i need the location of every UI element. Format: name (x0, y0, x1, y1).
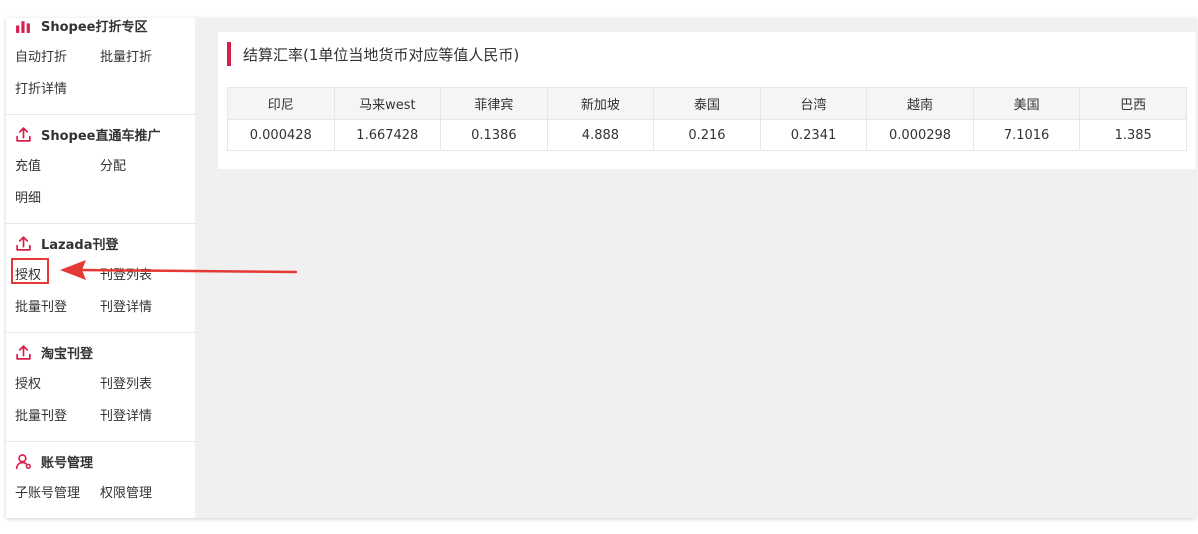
sidebar-link-lazada-listing-list[interactable]: 刊登列表 (100, 264, 152, 283)
table-cell: 0.1386 (440, 119, 548, 151)
app-frame: Shopee打折专区 自动打折 批量打折 打折详情 Shopee直通车推广 充值… (6, 18, 1196, 518)
sidebar-section-taobao-listing: 淘宝刊登 授权 刊登列表 批量刊登 刊登详情 (6, 332, 195, 442)
sidebar-section-shopee-ads: Shopee直通车推广 充值 分配 明细 (6, 114, 195, 224)
column-header: 泰国 (653, 87, 761, 120)
sidebar: Shopee打折专区 自动打折 批量打折 打折详情 Shopee直通车推广 充值… (6, 18, 195, 518)
table-cell: 1.385 (1079, 119, 1187, 151)
sidebar-section-title: Lazada刊登 (41, 238, 119, 253)
sidebar-section-account: 账号管理 子账号管理 权限管理 (6, 441, 195, 518)
table-cell: 0.000298 (866, 119, 974, 151)
table-cell: 7.1016 (972, 119, 1081, 151)
sidebar-link-taobao-authorize[interactable]: 授权 (15, 373, 41, 392)
annotation-highlight-box (11, 258, 49, 284)
upload-icon (16, 127, 31, 142)
sidebar-section-title: Shopee直通车推广 (41, 129, 161, 144)
sidebar-section-title: 淘宝刊登 (41, 347, 94, 362)
column-header: 美国 (972, 87, 1081, 120)
sidebar-section-header[interactable]: 账号管理 (15, 452, 93, 471)
user-icon (15, 454, 31, 470)
table-cell: 0.216 (653, 119, 761, 151)
sidebar-link-sub-accounts[interactable]: 子账号管理 (15, 482, 80, 501)
sidebar-section-header[interactable]: Lazada刊登 (15, 234, 118, 253)
sidebar-link-permissions[interactable]: 权限管理 (100, 482, 152, 501)
column-header: 马来west (333, 87, 442, 120)
table-cell: 4.888 (546, 119, 655, 151)
table-cell: 0.000428 (227, 119, 335, 151)
sidebar-link-allocate[interactable]: 分配 (100, 155, 126, 174)
sidebar-link-batch-discount[interactable]: 批量打折 (100, 46, 152, 65)
title-accent-bar (227, 42, 231, 66)
column-header: 越南 (866, 87, 974, 120)
sidebar-link-discount-details[interactable]: 打折详情 (15, 78, 67, 97)
sidebar-section-title: Shopee打折专区 (41, 20, 148, 35)
upload-icon (16, 345, 31, 360)
table-row: 0.000428 1.667428 0.1386 4.888 0.216 0.2… (227, 119, 1187, 151)
upload-icon (16, 236, 31, 251)
sidebar-link-lazada-listing-details[interactable]: 刊登详情 (100, 296, 152, 315)
table-cell: 0.2341 (759, 119, 868, 151)
exchange-rate-table: 印尼 马来west 菲律宾 新加坡 泰国 台湾 越南 美国 巴西 0.00042… (227, 87, 1187, 151)
table-header-row: 印尼 马来west 菲律宾 新加坡 泰国 台湾 越南 美国 巴西 (227, 87, 1187, 120)
column-header: 台湾 (759, 87, 868, 120)
column-header: 巴西 (1079, 87, 1187, 120)
table-cell: 1.667428 (333, 119, 442, 151)
sidebar-section-header[interactable]: Shopee打折专区 (15, 18, 148, 35)
sidebar-section-title: 账号管理 (41, 456, 94, 471)
sidebar-section-shopee-discount: Shopee打折专区 自动打折 批量打折 打折详情 (6, 18, 195, 115)
page-title: 结算汇率(1单位当地货币对应等值人民币) (243, 45, 520, 64)
sidebar-link-details[interactable]: 明细 (15, 187, 41, 206)
sidebar-link-taobao-listing-details[interactable]: 刊登详情 (100, 405, 152, 424)
bar-chart-icon (16, 21, 30, 33)
sidebar-link-recharge[interactable]: 充值 (15, 155, 41, 174)
panel-header: 结算汇率(1单位当地货币对应等值人民币) (227, 42, 519, 66)
sidebar-section-header[interactable]: Shopee直通车推广 (15, 125, 161, 144)
sidebar-section-header[interactable]: 淘宝刊登 (15, 343, 93, 362)
column-header: 新加坡 (546, 87, 655, 120)
sidebar-link-taobao-batch-listing[interactable]: 批量刊登 (15, 405, 67, 424)
sidebar-link-auto-discount[interactable]: 自动打折 (15, 46, 67, 65)
sidebar-link-lazada-batch-listing[interactable]: 批量刊登 (15, 296, 67, 315)
column-header: 印尼 (227, 87, 335, 120)
sidebar-link-taobao-listing-list[interactable]: 刊登列表 (100, 373, 152, 392)
exchange-rate-panel: 结算汇率(1单位当地货币对应等值人民币) 印尼 马来west 菲律宾 新加坡 泰… (218, 32, 1196, 169)
column-header: 菲律宾 (440, 87, 548, 120)
